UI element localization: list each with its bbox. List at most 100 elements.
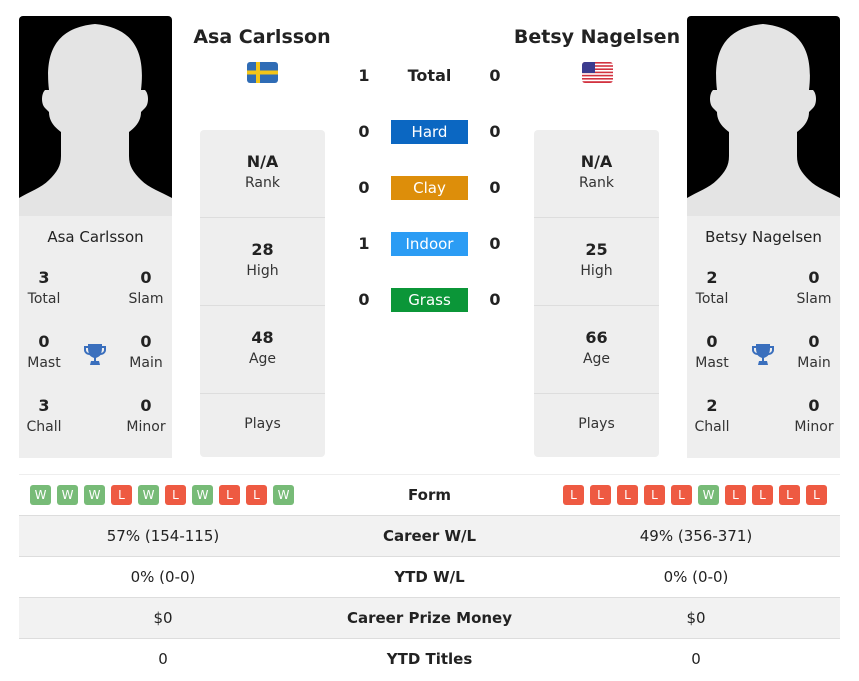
form-loss-badge[interactable]: L: [165, 485, 186, 505]
form-loss-badge[interactable]: L: [246, 485, 267, 505]
sweden-flag-icon: [247, 62, 278, 83]
h2h-total-label: Total: [407, 66, 452, 85]
surface-indoor[interactable]: Indoor: [391, 232, 468, 256]
surface-grass[interactable]: Grass: [391, 288, 468, 312]
label: Total: [27, 291, 61, 307]
value: N/A: [246, 152, 279, 171]
form-loss-badge[interactable]: L: [617, 485, 638, 505]
form-row: WWWLWLWLLW Form LLLLLWLLLL: [19, 474, 840, 515]
player1-plays: Plays: [200, 394, 325, 482]
label: Minor: [794, 419, 834, 435]
value: 0: [808, 268, 820, 287]
h2h-indoor-p1: 1: [358, 234, 370, 253]
form-win-badge[interactable]: W: [273, 485, 294, 505]
form-loss-badge[interactable]: L: [111, 485, 132, 505]
player1-photo: [19, 16, 172, 216]
player2-plays: Plays: [534, 394, 659, 482]
player2-form: LLLLLWLLLL: [563, 485, 827, 505]
h2h-grass-p1: 0: [358, 290, 370, 309]
player2-age: 66 Age: [534, 306, 659, 394]
form-win-badge[interactable]: W: [30, 485, 51, 505]
value: 25: [585, 240, 608, 259]
ytd-wl-row: 0% (0-0) YTD W/L 0% (0-0): [19, 556, 840, 597]
value: 0: [140, 396, 152, 415]
form-win-badge[interactable]: W: [698, 485, 719, 505]
surface-hard[interactable]: Hard: [391, 120, 468, 144]
h2h-clay-p1: 0: [358, 178, 370, 197]
label: Mast: [27, 355, 61, 371]
player1-rank: N/A Rank: [200, 130, 325, 218]
player2-prize-money: $0: [686, 609, 706, 627]
player2-mast-titles: 0 Mast: [682, 332, 742, 371]
career-wl-label: Career W/L: [382, 527, 477, 545]
label: Minor: [126, 419, 166, 435]
player1-ytd-wl: 0% (0-0): [130, 568, 196, 586]
label: Total: [695, 291, 729, 307]
player1-name[interactable]: Asa Carlsson: [19, 228, 172, 246]
form-loss-badge[interactable]: L: [644, 485, 665, 505]
label: Main: [129, 355, 163, 371]
ytd-wl-label: YTD W/L: [394, 568, 465, 586]
player1-total-titles: 3 Total: [14, 268, 74, 307]
label: Chall: [694, 419, 730, 435]
silhouette-icon: [687, 24, 840, 216]
form-loss-badge[interactable]: L: [671, 485, 692, 505]
form-loss-badge[interactable]: L: [725, 485, 746, 505]
form-label: Form: [408, 486, 451, 504]
player1-high: 28 High: [200, 218, 325, 306]
label: Slam: [796, 291, 832, 307]
player2-high: 25 High: [534, 218, 659, 306]
player2-chall-titles: 2 Chall: [682, 396, 742, 435]
value: 66: [585, 328, 608, 347]
label: Rank: [579, 175, 614, 191]
h2h-hard-p1: 0: [358, 122, 370, 141]
player1-heading[interactable]: Asa Carlsson: [182, 26, 342, 48]
player2-name[interactable]: Betsy Nagelsen: [687, 228, 840, 246]
h2h-total-p2: 0: [489, 66, 501, 85]
label: Plays: [578, 416, 615, 432]
label: High: [580, 263, 613, 279]
player1-career-wl: 57% (154-115): [106, 527, 220, 545]
value: 0: [808, 396, 820, 415]
silhouette-icon: [19, 24, 172, 216]
surface-clay[interactable]: Clay: [391, 176, 468, 200]
h2h-indoor-p2: 0: [489, 234, 501, 253]
form-loss-badge[interactable]: L: [590, 485, 611, 505]
player2-slam-titles: 0 Slam: [784, 268, 844, 307]
form-loss-badge[interactable]: L: [806, 485, 827, 505]
prize-money-row: $0 Career Prize Money $0: [19, 597, 840, 638]
value: 3: [38, 396, 50, 415]
player2-heading[interactable]: Betsy Nagelsen: [506, 26, 688, 48]
value: 2: [706, 396, 718, 415]
trophy-icon: [752, 344, 774, 365]
form-win-badge[interactable]: W: [57, 485, 78, 505]
value: 48: [251, 328, 274, 347]
value: 0: [140, 268, 152, 287]
value: 28: [251, 240, 274, 259]
player1-age: 48 Age: [200, 306, 325, 394]
player2-ytd-titles: 0: [691, 650, 701, 668]
value: 0: [140, 332, 152, 351]
career-wl-row: 57% (154-115) Career W/L 49% (356-371): [19, 515, 840, 556]
form-win-badge[interactable]: W: [138, 485, 159, 505]
form-win-badge[interactable]: W: [192, 485, 213, 505]
label: Chall: [26, 419, 62, 435]
value: 0: [706, 332, 718, 351]
player2-rank: N/A Rank: [534, 130, 659, 218]
ytd-titles-row: 0 YTD Titles 0: [19, 638, 840, 679]
label: Plays: [244, 416, 281, 432]
form-loss-badge[interactable]: L: [752, 485, 773, 505]
value: 2: [706, 268, 718, 287]
form-loss-badge[interactable]: L: [219, 485, 240, 505]
player1-minor-titles: 0 Minor: [116, 396, 176, 435]
h2h-clay-p2: 0: [489, 178, 501, 197]
form-loss-badge[interactable]: L: [563, 485, 584, 505]
label: Rank: [245, 175, 280, 191]
player1-prize-money: $0: [153, 609, 173, 627]
usa-flag-icon: [582, 62, 613, 83]
player1-main-titles: 0 Main: [116, 332, 176, 371]
trophy-icon: [84, 344, 106, 365]
player2-photo: [687, 16, 840, 216]
form-win-badge[interactable]: W: [84, 485, 105, 505]
form-loss-badge[interactable]: L: [779, 485, 800, 505]
